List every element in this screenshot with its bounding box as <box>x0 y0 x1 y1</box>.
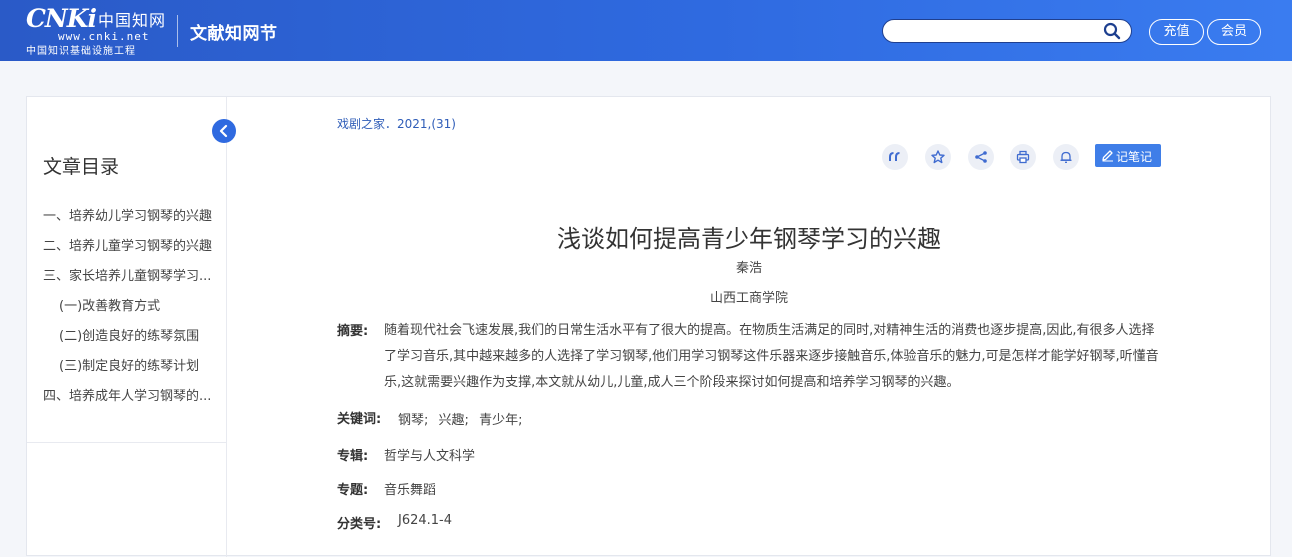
classno-label: 分类号: <box>337 517 382 532</box>
article-card: 文章目录 一、培养幼儿学习钢琴的兴趣 二、培养儿童学习钢琴的兴趣 三、家长培养儿… <box>26 96 1271 557</box>
keyword-link[interactable]: 青少年; <box>479 413 522 428</box>
quote-icon[interactable] <box>882 144 908 170</box>
author-link[interactable]: 秦浩 <box>228 257 1270 276</box>
take-note-label: 记笔记 <box>1116 150 1153 164</box>
toc-subitem[interactable]: (三)制定良好的练琴计划 <box>43 355 219 385</box>
toc-sidebar: 文章目录 一、培养幼儿学习钢琴的兴趣 二、培养儿童学习钢琴的兴趣 三、家长培养儿… <box>27 97 227 557</box>
article-main: 戏剧之家．2021,(31) 记笔记 浅谈如何提高青少年钢琴学习的兴趣 秦浩 山… <box>228 97 1270 557</box>
toc-subitem[interactable]: (一)改善教育方式 <box>43 295 219 325</box>
topic-value: 音乐舞蹈 <box>384 483 437 498</box>
search-input[interactable] <box>895 22 1099 42</box>
affiliation-link[interactable]: 山西工商学院 <box>228 287 1270 306</box>
search-icon[interactable] <box>1103 22 1121 44</box>
keywords-label: 关键词: <box>337 412 382 427</box>
share-icon[interactable] <box>968 144 994 170</box>
series-label: 专辑: <box>337 449 369 464</box>
journal-source-link[interactable]: 戏剧之家．2021,(31) <box>337 115 456 132</box>
keywords-list: 钢琴; 兴趣; 青少年; <box>398 409 528 428</box>
header-divider <box>177 15 178 47</box>
member-button[interactable]: 会员 <box>1207 19 1261 45</box>
toc-item[interactable]: 四、培养成年人学习钢琴的... <box>43 385 219 415</box>
logo-subtitle: 中国知识基础设施工程 <box>26 46 136 57</box>
toc-subitem[interactable]: (二)创造良好的练琴氛围 <box>43 325 219 355</box>
series-value: 哲学与人文科学 <box>384 449 476 464</box>
keyword-link[interactable]: 钢琴; <box>398 413 428 428</box>
cnki-logo[interactable]: CNKi 中国知网 www.cnki.net 中国知识基础设施工程 <box>26 4 167 58</box>
toc-item[interactable]: 一、培养幼儿学习钢琴的兴趣 <box>43 205 219 235</box>
logo-chinese-name: 中国知网 <box>98 11 167 30</box>
star-icon[interactable] <box>925 144 951 170</box>
take-note-button[interactable]: 记笔记 <box>1095 144 1161 167</box>
logo-mark: CNKi <box>26 4 97 33</box>
search-box[interactable] <box>882 19 1132 43</box>
brand-title[interactable]: 文献知网节 <box>190 19 278 44</box>
classno-value: J624.1-4 <box>398 513 453 528</box>
chevron-left-icon <box>219 124 228 138</box>
toc-item[interactable]: 三、家长培养儿童钢琴学习... <box>43 265 219 295</box>
toc-divider <box>27 442 226 443</box>
collapse-sidebar-button[interactable] <box>212 119 236 143</box>
topic-label: 专题: <box>337 483 369 498</box>
pencil-icon <box>1102 150 1113 162</box>
article-title: 浅谈如何提高青少年钢琴学习的兴趣 <box>557 225 941 254</box>
keyword-link[interactable]: 兴趣; <box>439 413 469 428</box>
toc-title: 文章目录 <box>43 156 120 178</box>
toc-item[interactable]: 二、培养儿童学习钢琴的兴趣 <box>43 235 219 265</box>
abstract-label: 摘要: <box>337 324 369 339</box>
bell-icon[interactable] <box>1053 144 1079 170</box>
print-icon[interactable] <box>1010 144 1036 170</box>
toc-list: 一、培养幼儿学习钢琴的兴趣 二、培养儿童学习钢琴的兴趣 三、家长培养儿童钢琴学习… <box>43 205 219 415</box>
top-header: CNKi 中国知网 www.cnki.net 中国知识基础设施工程 文献知网节 … <box>0 0 1292 61</box>
recharge-button[interactable]: 充值 <box>1149 19 1204 45</box>
abstract-text: 随着现代社会飞速发展,我们的日常生活水平有了很大的提高。在物质生活满足的同时,对… <box>384 323 1159 390</box>
